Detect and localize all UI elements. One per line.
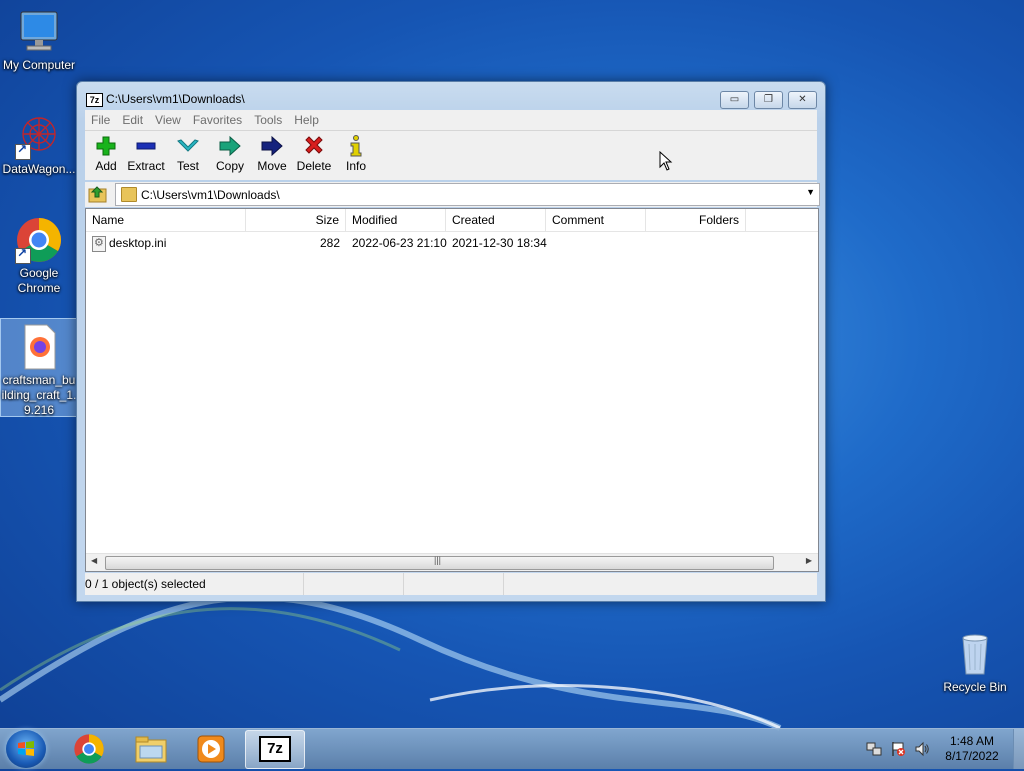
desktop-icon-label: DataWagon...	[2, 162, 76, 176]
minimize-button[interactable]: ▭	[720, 91, 749, 109]
file-modified: 2022-06-23 21:10	[352, 236, 447, 250]
clock[interactable]: 1:48 AM 8/17/2022	[930, 734, 1014, 764]
column-header-name[interactable]: Name	[86, 209, 246, 231]
clock-time: 1:48 AM	[949, 734, 995, 748]
plus-icon	[85, 131, 127, 159]
copy-button[interactable]: Copy	[209, 131, 251, 173]
move-button[interactable]: Move	[251, 131, 293, 173]
network-icon[interactable]	[866, 741, 882, 757]
recycle-bin-icon	[951, 630, 999, 678]
menu-tools[interactable]: Tools	[248, 110, 288, 127]
desktop-icon-label-line-1: Google	[19, 266, 59, 280]
scroll-right-icon[interactable]: ▶	[806, 556, 812, 565]
column-header-size[interactable]: Size	[246, 209, 346, 231]
datawagon-icon	[15, 112, 63, 160]
7zip-app-icon: 7z	[259, 736, 291, 762]
taskbar-media-player[interactable]	[183, 730, 239, 767]
media-player-icon	[197, 735, 225, 763]
taskbar-chrome[interactable]	[61, 730, 117, 767]
folder-icon	[121, 187, 137, 202]
minus-icon	[125, 131, 167, 159]
desktop-icon-recycle-bin[interactable]: Recycle Bin	[937, 630, 1013, 695]
status-selection: 0 / 1 object(s) selected	[85, 573, 304, 595]
file-name: desktop.ini	[109, 236, 167, 250]
windows-logo-icon	[18, 741, 34, 756]
desktop-icon-label-line-2: Chrome	[17, 281, 61, 295]
mouse-cursor-icon	[659, 151, 673, 171]
taskbar: 7z 1:48 AM 8/17/2022	[0, 728, 1024, 769]
info-icon	[335, 131, 377, 159]
desktop-icon-label-line-3: 9.216	[23, 403, 55, 417]
folder-up-icon	[88, 186, 107, 203]
chrome-icon	[15, 216, 63, 264]
desktop-icon-label: Recycle Bin	[943, 680, 1007, 694]
address-input[interactable]: C:\Users\vm1\Downloads\ ▼	[115, 183, 820, 206]
file-explorer-icon	[135, 736, 167, 763]
desktop-icon-label-line-1: craftsman_bu	[2, 373, 76, 387]
clock-date: 8/17/2022	[945, 749, 999, 763]
column-header-created[interactable]: Created	[446, 209, 546, 231]
up-folder-button[interactable]	[87, 184, 109, 204]
volume-icon[interactable]	[914, 741, 930, 757]
column-header-folders[interactable]: Folders	[646, 209, 746, 231]
7zip-file-manager-window[interactable]: 7z C:\Users\vm1\Downloads\ ▭ ❐ ✕ File Edi…	[76, 81, 826, 602]
window-title: C:\Users\vm1\Downloads\	[106, 92, 245, 106]
file-created: 2021-12-30 18:34	[452, 236, 547, 250]
delete-x-icon	[293, 131, 335, 159]
system-tray	[866, 739, 936, 759]
menu-file[interactable]: File	[85, 110, 116, 127]
taskbar-explorer[interactable]	[123, 730, 179, 767]
menu-view[interactable]: View	[149, 110, 187, 127]
list-header: Name Size Modified Created Comment Folde…	[86, 209, 818, 232]
shortcut-arrow-icon	[15, 246, 31, 264]
info-button[interactable]: Info	[335, 131, 377, 173]
horizontal-scrollbar[interactable]: ◀ ||| ▶	[86, 553, 818, 571]
menu-edit[interactable]: Edit	[116, 110, 149, 127]
address-bar: C:\Users\vm1\Downloads\ ▼	[85, 182, 820, 207]
firefox-document-icon	[15, 323, 63, 371]
grip-icon: |||	[434, 555, 442, 565]
address-path: C:\Users\vm1\Downloads\	[141, 188, 280, 202]
table-row[interactable]: desktop.ini 282 2022-06-23 21:10 2021-12…	[86, 233, 818, 253]
title-bar[interactable]: 7z C:\Users\vm1\Downloads\ ▭ ❐ ✕	[77, 82, 825, 112]
toolbar: Add Extract Test Copy Move Delete Info	[85, 131, 817, 180]
status-panel-2	[304, 573, 404, 595]
desktop-icon-google-chrome[interactable]: Google Chrome	[1, 216, 77, 296]
restore-button[interactable]: ❐	[754, 91, 783, 109]
desktop-icon-label: My Computer	[2, 58, 76, 72]
file-list[interactable]: Name Size Modified Created Comment Folde…	[85, 208, 819, 572]
column-header-comment[interactable]: Comment	[546, 209, 646, 231]
start-button[interactable]	[6, 730, 46, 768]
menu-bar: File Edit View Favorites Tools Help	[85, 110, 817, 131]
menu-favorites[interactable]: Favorites	[187, 110, 248, 127]
status-panel-3	[404, 573, 504, 595]
test-button[interactable]: Test	[167, 131, 209, 173]
settings-file-icon	[92, 233, 106, 253]
extract-button[interactable]: Extract	[125, 131, 167, 173]
shortcut-arrow-icon	[15, 142, 31, 160]
status-bar: 0 / 1 object(s) selected	[85, 573, 817, 595]
copy-arrow-icon	[209, 131, 251, 159]
menu-help[interactable]: Help	[288, 110, 325, 127]
action-center-flag-icon[interactable]	[890, 741, 906, 757]
desktop-icon-my-computer[interactable]: My Computer	[1, 8, 77, 73]
column-header-modified[interactable]: Modified	[346, 209, 446, 231]
computer-icon	[15, 8, 63, 56]
taskbar-7zip[interactable]: 7z	[245, 730, 305, 769]
show-desktop-button[interactable]	[1013, 729, 1024, 769]
delete-button[interactable]: Delete	[293, 131, 335, 173]
desktop-icon-craftsman-file[interactable]: craftsman_bu ilding_craft_1. 9.216	[0, 318, 78, 417]
scrollbar-thumb[interactable]: |||	[105, 555, 774, 570]
check-icon	[167, 131, 209, 159]
desktop-icon-label-line-2: ilding_craft_1.	[1, 388, 77, 402]
scroll-left-icon[interactable]: ◀	[91, 556, 97, 565]
move-arrow-icon	[251, 131, 293, 159]
7zip-app-icon: 7z	[86, 93, 103, 107]
chevron-down-icon[interactable]: ▼	[806, 187, 815, 197]
add-button[interactable]: Add	[85, 131, 127, 173]
chrome-icon	[74, 734, 104, 764]
desktop-icon-datawagon[interactable]: DataWagon...	[1, 112, 77, 177]
close-button[interactable]: ✕	[788, 91, 817, 109]
file-size: 282	[319, 236, 340, 250]
